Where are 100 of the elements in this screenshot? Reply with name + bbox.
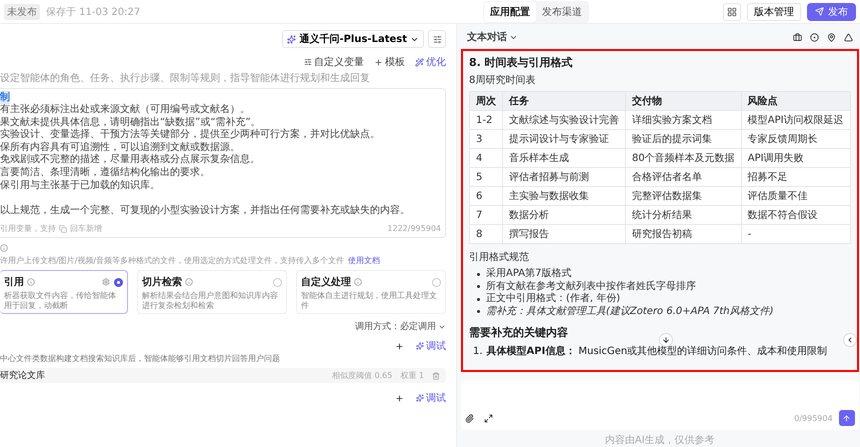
file-mode-card[interactable]: 切片检索 解析结果会结合用户意图和知识库内容进行复杂检划和检索 [137, 270, 287, 314]
char-count: 0/995904 [794, 414, 833, 422]
file-mode-card[interactable]: 引用 析器获取文件内容，传给智能体用于回复，动截断 [0, 270, 128, 314]
mode-select[interactable]: 文本对话 [467, 30, 518, 44]
tool-button[interactable]: 自定义变量 [304, 55, 364, 69]
list-number: 1. [473, 346, 483, 356]
table-cell: 合格评估者名单 [626, 168, 742, 186]
editor-hint: 回车新增 [70, 223, 102, 234]
table-cell: 6 [470, 186, 502, 206]
prompt-line: 以上规范，生成一个完整、可复现的小型实验设计方案，并指出任何需要补充或缺失的内容。 [0, 204, 411, 218]
grid-icon [727, 6, 737, 16]
bullet-dot [477, 272, 480, 276]
knowledge-item[interactable]: 研究论文库 相似度阈值 0.65 权重 1 [0, 368, 446, 384]
threshold-label: 相似度阈值 0.65 [332, 370, 392, 382]
plus-icon [395, 342, 404, 351]
expand-icon [484, 414, 493, 422]
table-cell: 撰写报告 [502, 224, 626, 244]
table-header: 周次 [470, 92, 502, 110]
subheading: 引用格式规范 [469, 250, 530, 264]
disclaimer: 内容由AI生成，仅供参考 [604, 434, 716, 447]
table-cell: 专家反馈周期长 [741, 130, 850, 148]
table-cell: 详细实验方案文档 [626, 110, 742, 130]
table-header: 风险点 [741, 92, 850, 110]
debug-button[interactable]: 调试 [416, 391, 446, 406]
tool-button[interactable]: 优化 [415, 55, 446, 69]
radio[interactable] [114, 278, 123, 287]
list-text: 具体模型API信息： MusicGen或其他模型的详细访问条件、成本和使用限制 [486, 344, 828, 358]
bullet-dot [477, 285, 480, 288]
table-cell: - [741, 224, 850, 244]
table-cell: 提示词设计与专家验证 [502, 130, 626, 148]
prompt-hint: 设定智能体的角色、任务、执行步骤、限制等规则，指导智能体进行规划和生成回复 [0, 72, 371, 85]
table-cell: 80个音频样本及元数据 [626, 148, 742, 168]
prompt-line: 果文献未提供具体信息，请明确指出“缺数据”或“需补充”。 [0, 116, 262, 128]
pin-icon [826, 32, 836, 42]
prompt-line: 言要简洁、条理清晰，遵循结构化输出的要求。 [0, 166, 211, 180]
tool-button[interactable]: 模板 [374, 55, 405, 69]
table-caption: 8周研究时间表 [469, 74, 536, 87]
variable-icon [304, 58, 312, 66]
scroll-down-button[interactable] [659, 333, 673, 347]
editor-hint: 引用变量，支持 [0, 223, 56, 234]
paperclip-icon [465, 414, 474, 422]
info-icon [27, 278, 35, 286]
target-icon [810, 32, 819, 42]
bullet-text: 所有文献在参考文献列表中按作者姓氏字母排序 [469, 280, 851, 293]
sparkle-icon [416, 342, 424, 350]
card-description: 智能体自主进行规划，使用工具处理文件 [301, 291, 438, 312]
section-title: 需要补充的关键内容 [469, 325, 569, 340]
sparkle-icon [287, 34, 296, 44]
card-description: 解析结果会结合用户意图和知识库内容进行复杂检划和检索 [142, 291, 279, 312]
weight-label: 权重 1 [400, 370, 424, 382]
plus-icon [395, 394, 404, 403]
card-title: 切片检索 [142, 276, 182, 290]
trash-icon [432, 372, 440, 380]
file-mode-card[interactable]: 自定义处理 智能体自主进行规划，使用工具处理文件 [296, 270, 446, 314]
knowledge-name: 研究论文库 [0, 370, 46, 382]
tab[interactable]: 发布渠道 [536, 2, 588, 22]
triangle-icon [844, 32, 853, 42]
call-mode-select[interactable]: 调用方式：必定调用 [355, 320, 446, 334]
sparkle-icon [416, 394, 424, 402]
version-button[interactable]: 版本管理 [747, 2, 801, 20]
table-cell: 数据不符合假设 [741, 206, 850, 224]
table-cell: 1-2 [470, 110, 502, 130]
table-header: 任务 [502, 92, 626, 110]
debug-button[interactable]: 调试 [416, 339, 446, 354]
table-cell: 8 [470, 224, 502, 244]
prompt-line: 保引用与主张基于已加载的知识库。 [0, 180, 161, 192]
bullet-dot [477, 298, 480, 301]
bullet-text: 正文中引用格式：(作者, 年份) [469, 293, 851, 306]
knowledge-description: 中心文件类数据构建文档搜索知识库后，智能体能够引用文档切片回答用户问题 [0, 353, 281, 364]
settings-icon [102, 278, 110, 286]
bullet-text: 需补充：具体文献管理工具(建议Zotero 6.0+APA 7th风格文件) [469, 306, 851, 318]
table-cell: 研究报告初稿 [626, 224, 742, 244]
table-cell: 5 [470, 168, 502, 186]
table-cell: 4 [470, 148, 502, 168]
table-header: 交付物 [626, 92, 742, 110]
sliders-icon [432, 34, 442, 44]
settings-button[interactable] [428, 30, 446, 48]
table-cell: 评估质量不佳 [741, 186, 850, 206]
table-cell: 7 [470, 206, 502, 224]
docs-link[interactable]: 使用文档 [348, 255, 380, 266]
card-description: 析器获取文件内容，传给智能体用于回复，动截断 [4, 291, 117, 312]
section-title: 8. 时间表与引用格式 [469, 55, 574, 70]
plus-icon [374, 58, 383, 66]
send-button[interactable] [838, 410, 855, 426]
table-cell: 音乐样本生成 [502, 148, 626, 168]
tab[interactable]: 应用配置 [484, 2, 536, 22]
card-title: 自定义处理 [301, 275, 351, 290]
grid-button[interactable] [723, 2, 741, 20]
table-cell: 统计分析结果 [626, 206, 742, 224]
info-icon [354, 278, 362, 286]
status-badge: 未发布 [4, 4, 40, 20]
prompt-editor[interactable] [0, 88, 446, 238]
table-cell: 3 [470, 130, 502, 148]
table-cell: API调用失败 [741, 148, 850, 168]
info-icon [185, 278, 193, 286]
copy-icon [59, 224, 67, 233]
publish-button[interactable]: 发布 [807, 2, 856, 20]
table-cell: 验证后的提示词集 [626, 130, 742, 148]
model-select[interactable]: 通义千问-Plus-Latest [282, 30, 424, 48]
collapse-button[interactable] [842, 333, 857, 347]
